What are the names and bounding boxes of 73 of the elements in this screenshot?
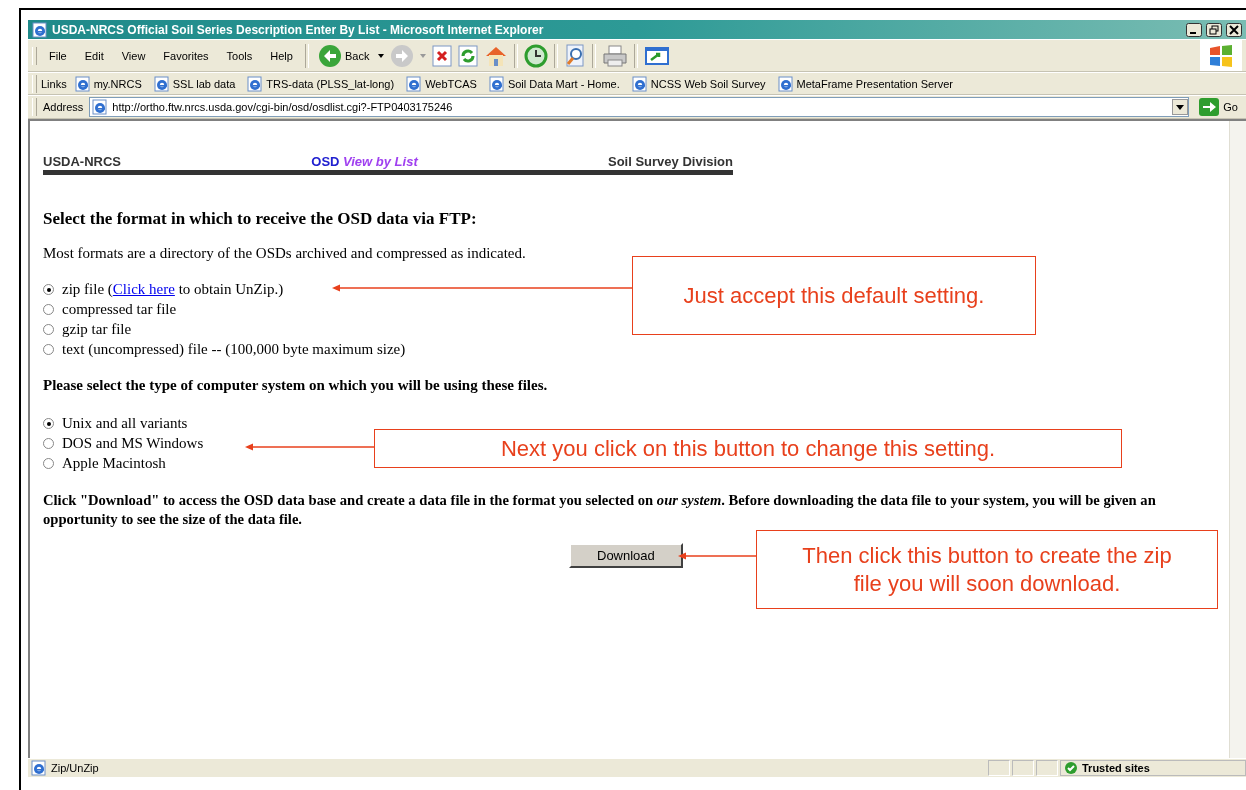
link-button[interactable]: TRS-data (PLSS_lat-long): [243, 75, 399, 92]
radio-button[interactable]: [43, 284, 54, 295]
printer-icon[interactable]: [602, 43, 629, 68]
check-icon: [1065, 762, 1077, 774]
edit-window-icon[interactable]: [644, 44, 671, 67]
menu-item[interactable]: Help: [264, 47, 299, 64]
menu-item[interactable]: View: [115, 47, 152, 64]
option-label: text (uncompressed) file -- (100,000 byte maximum size): [62, 341, 406, 358]
status-pane: [988, 760, 1010, 776]
stop-icon[interactable]: [432, 44, 453, 67]
site-name: USDA-NRCS: [43, 154, 121, 169]
menu-item[interactable]: Favorites: [157, 47, 215, 64]
scrollbar[interactable]: [1229, 121, 1246, 758]
link-button[interactable]: NCSS Web Soil Survey: [627, 75, 770, 92]
link-button[interactable]: MetaFrame Presentation Server: [773, 75, 958, 92]
menu-item[interactable]: Tools: [220, 47, 259, 64]
section-heading: Please select the type of computer system on which you will be using these files.: [43, 377, 549, 394]
callout-box: Then click this button to create the zip file you will soon download.: [756, 530, 1218, 609]
refresh-icon[interactable]: [458, 44, 479, 67]
link-button[interactable]: Soil Data Mart - Home.: [484, 75, 624, 92]
radio-button[interactable]: [43, 438, 54, 449]
section-heading: Select the format in which to receive the OSD data via FTP:: [43, 209, 478, 229]
address-field[interactable]: http://ortho.ftw.nrcs.usda.gov/cgi-bin/osd/osdlist.cgi?-FTP0403175246: [89, 97, 1190, 117]
go-button[interactable]: Go: [1195, 98, 1242, 116]
radio-button[interactable]: [43, 418, 54, 429]
windows-logo-icon: [1208, 43, 1234, 68]
callout-box: Next you click on this button to change this setting.: [374, 429, 1122, 468]
page-icon: [631, 75, 648, 92]
minimize-button[interactable]: [1186, 22, 1202, 37]
search-icon[interactable]: [564, 43, 587, 68]
restore-button[interactable]: [1206, 22, 1222, 37]
download-button[interactable]: Download: [569, 543, 683, 568]
option-label: DOS and MS Windows: [62, 435, 204, 452]
history-icon[interactable]: [524, 43, 549, 68]
option-label: compressed tar file: [62, 301, 177, 318]
radio-button[interactable]: [43, 344, 54, 355]
page-subtitle: View by List: [343, 154, 418, 169]
radio-button[interactable]: [43, 324, 54, 335]
address-label: Address: [43, 101, 84, 113]
dropdown-caret-icon[interactable]: [1172, 99, 1189, 115]
dropdown-caret-icon[interactable]: [378, 53, 385, 58]
status-pane: [1036, 760, 1058, 776]
window-title: USDA-NRCS Official Soil Series Description Enter By List - Microsoft Internet Explorer: [52, 22, 545, 37]
division-name: Soil Survey Division: [608, 154, 733, 169]
menu-item[interactable]: File: [43, 47, 73, 64]
link-button[interactable]: WebTCAS: [402, 75, 481, 92]
radio-button[interactable]: [43, 458, 54, 469]
link-button[interactable]: SSL lab data: [149, 75, 240, 92]
option-label: zip file (Click here to obtain UnZip.): [62, 281, 284, 298]
page-icon: [777, 75, 794, 92]
close-button[interactable]: [1226, 22, 1242, 37]
option-label: Unix and all variants: [62, 415, 188, 432]
back-button[interactable]: Back: [314, 41, 373, 70]
page-icon: [406, 75, 423, 92]
status-text: Zip/UnZip: [51, 762, 99, 774]
option-label: gzip tar file: [62, 321, 132, 338]
page-icon: [247, 75, 264, 92]
option-label: Apple Macintosh: [62, 455, 166, 472]
intro-text: Most formats are a directory of the OSDs archived and compressed as indicated.: [43, 245, 527, 262]
unzip-link[interactable]: Click here: [112, 281, 175, 297]
status-pane: [1012, 760, 1034, 776]
security-zone: Trusted sites: [1060, 760, 1246, 776]
link-button[interactable]: my.NRCS: [70, 75, 146, 92]
page-icon: [92, 99, 109, 115]
radio-button[interactable]: [43, 304, 54, 315]
page-icon: [74, 75, 91, 92]
download-note: Click "Download" to access the OSD data base and create a data file in the format you selected on our system. Before downloading the data file to your system, you will be given an opportunity to see the size of the data file.: [43, 491, 1157, 529]
links-label: Links: [41, 77, 67, 90]
page-brand: OSD: [311, 154, 340, 169]
page-icon: [488, 75, 505, 92]
page-icon: [153, 75, 170, 92]
callout-box: Just accept this default setting.: [632, 256, 1036, 335]
menu-item[interactable]: Edit: [78, 47, 110, 64]
